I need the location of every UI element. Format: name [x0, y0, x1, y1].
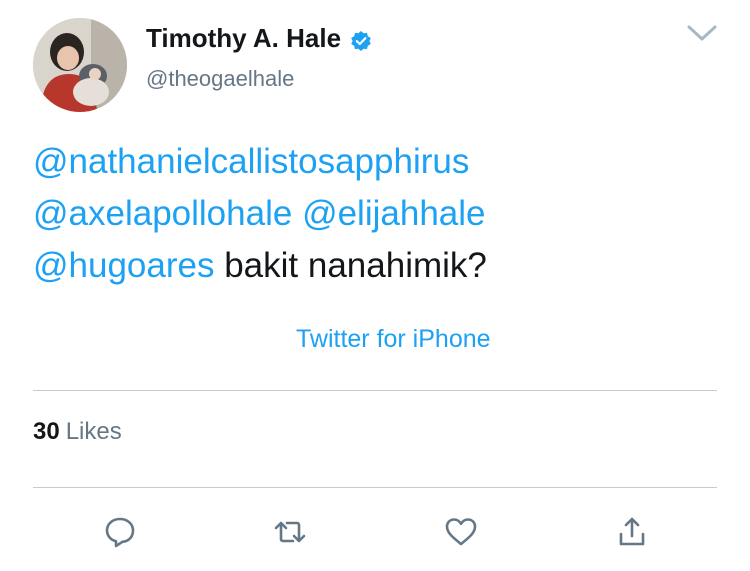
retweet-icon: [274, 521, 306, 543]
like-button[interactable]: [441, 512, 481, 552]
likes-stat[interactable]: 30 Likes: [33, 418, 122, 446]
likes-count: 30: [33, 418, 60, 445]
retweet-button[interactable]: [270, 512, 310, 552]
mention-link[interactable]: @hugoares: [33, 246, 214, 285]
chevron-down-icon[interactable]: [686, 22, 718, 44]
divider: [33, 487, 717, 488]
mention-link[interactable]: @axelapollohale: [33, 194, 292, 233]
reply-button[interactable]: [100, 512, 140, 552]
likes-label: Likes: [65, 418, 122, 445]
mention-link[interactable]: @elijahhale: [302, 194, 485, 233]
verified-badge-icon: [350, 28, 372, 51]
tweet-text: @nathanielcallistosapphirus @axelapolloh…: [33, 136, 723, 292]
avatar-photo: [33, 18, 127, 112]
reply-icon: [105, 517, 135, 548]
tweet-card: Timothy A. Hale @theogaelhale @nathaniel…: [0, 0, 750, 571]
tweet-body-text: bakit nanahimik?: [224, 246, 487, 285]
like-icon: [445, 518, 477, 546]
mention-link[interactable]: @nathanielcallistosapphirus: [33, 142, 469, 181]
user-handle[interactable]: @theogaelhale: [146, 66, 294, 92]
display-name-text: Timothy A. Hale: [146, 23, 342, 53]
avatar[interactable]: [33, 18, 127, 112]
share-icon: [619, 517, 645, 546]
display-name[interactable]: Timothy A. Hale: [146, 23, 372, 54]
tweet-source-link[interactable]: Twitter for iPhone: [296, 325, 491, 354]
divider: [33, 390, 717, 391]
share-button[interactable]: [612, 512, 652, 552]
